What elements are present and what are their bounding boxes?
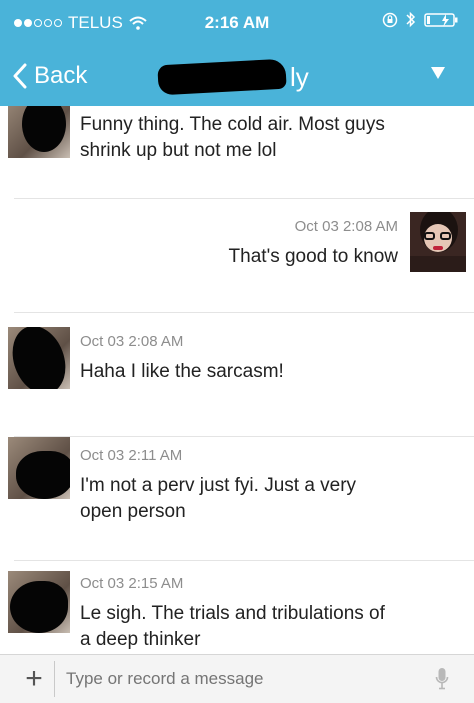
back-label: Back bbox=[34, 62, 88, 89]
avatar bbox=[8, 106, 70, 158]
conversation-title: ly bbox=[157, 58, 309, 96]
message-line: Le sigh. The trials and tribulations of bbox=[80, 603, 385, 624]
avatar bbox=[8, 571, 70, 633]
dropdown-triangle-icon[interactable] bbox=[430, 66, 446, 80]
nav-bar: Back ly bbox=[0, 46, 474, 106]
message-text: Le sigh. The trials and tribulations of … bbox=[80, 601, 385, 653]
message-item: Funny thing. The cold air. Most guys shr… bbox=[0, 106, 474, 200]
message-item: Oct 03 2:08 AM Haha I like the sarcasm! bbox=[0, 313, 474, 437]
message-item: Oct 03 2:11 AM I'm not a perv just fyi. … bbox=[0, 437, 474, 561]
add-attachment-button[interactable]: + bbox=[14, 661, 55, 697]
message-list[interactable]: Funny thing. The cold air. Most guys shr… bbox=[0, 106, 474, 654]
chevron-left-icon bbox=[13, 63, 27, 89]
orientation-lock-icon bbox=[382, 12, 398, 27]
title-redaction bbox=[157, 58, 287, 96]
bluetooth-icon bbox=[406, 11, 416, 28]
message-item: Oct 03 2:15 AM Le sigh. The trials and t… bbox=[0, 561, 474, 654]
microphone-icon bbox=[435, 668, 449, 690]
message-text: Funny thing. The cold air. Most guys shr… bbox=[80, 112, 385, 164]
my-avatar bbox=[410, 212, 466, 272]
title-visible-suffix: ly bbox=[290, 62, 309, 92]
avatar bbox=[8, 327, 70, 389]
message-line: open person bbox=[80, 501, 186, 522]
message-timestamp: Oct 03 2:08 AM bbox=[294, 218, 398, 235]
avatar bbox=[8, 437, 70, 499]
message-text: I'm not a perv just fyi. Just a very ope… bbox=[80, 473, 356, 525]
message-line: shrink up but not me lol bbox=[80, 140, 277, 161]
message-timestamp: Oct 03 2:08 AM bbox=[80, 333, 184, 350]
message-line: Funny thing. The cold air. Most guys bbox=[80, 114, 385, 135]
compose-bar: + bbox=[0, 654, 474, 703]
message-timestamp: Oct 03 2:11 AM bbox=[80, 447, 183, 464]
back-button[interactable]: Back bbox=[12, 56, 87, 96]
message-line: a deep thinker bbox=[80, 629, 201, 650]
record-button[interactable] bbox=[422, 659, 462, 699]
message-timestamp: Oct 03 2:15 AM bbox=[80, 575, 184, 592]
message-line: Haha I like the sarcasm! bbox=[80, 361, 284, 382]
message-line: That's good to know bbox=[228, 246, 398, 267]
message-input[interactable] bbox=[66, 661, 396, 697]
status-right bbox=[382, 11, 460, 28]
message-line: I'm not a perv just fyi. Just a very bbox=[80, 475, 357, 496]
message-text: Haha I like the sarcasm! bbox=[80, 359, 284, 385]
battery-charging-icon bbox=[424, 12, 458, 27]
message-item: Oct 03 2:08 AM That's good to know bbox=[0, 200, 474, 313]
divider bbox=[14, 198, 474, 199]
message-text: That's good to know bbox=[229, 244, 398, 270]
status-bar: TELUS 2:16 AM bbox=[0, 0, 474, 46]
